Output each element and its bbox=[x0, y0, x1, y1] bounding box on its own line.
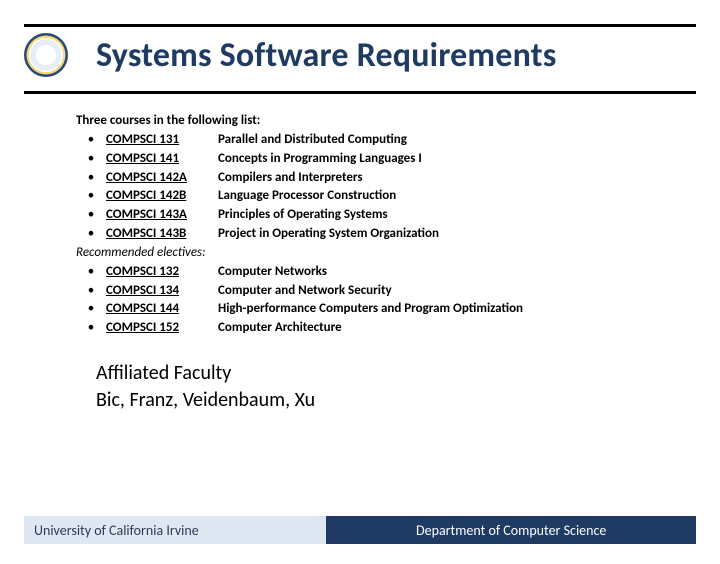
uc-seal-icon bbox=[24, 33, 68, 77]
course-name: Computer and Network Security bbox=[218, 282, 392, 301]
bullet: • bbox=[76, 263, 106, 282]
course-row: •COMPSCI 131Parallel and Distributed Com… bbox=[76, 131, 720, 150]
course-row: •COMPSCI 132Computer Networks bbox=[76, 263, 720, 282]
course-code: COMPSCI 144 bbox=[106, 300, 218, 319]
course-name: Compilers and Interpreters bbox=[218, 169, 363, 188]
slide-title: Systems Software Requirements bbox=[96, 35, 556, 76]
course-row: •COMPSCI 142BLanguage Processor Construc… bbox=[76, 187, 720, 206]
bullet: • bbox=[76, 169, 106, 188]
slide: Systems Software Requirements Three cour… bbox=[0, 24, 720, 564]
course-row: •COMPSCI 143APrinciples of Operating Sys… bbox=[76, 206, 720, 225]
course-row: •COMPSCI 141Concepts in Programming Lang… bbox=[76, 150, 720, 169]
faculty-block: Affiliated Faculty Bic, Franz, Veidenbau… bbox=[0, 338, 720, 414]
header: Systems Software Requirements bbox=[0, 27, 720, 83]
course-code: COMPSCI 141 bbox=[106, 150, 218, 169]
course-code: COMPSCI 152 bbox=[106, 319, 218, 338]
bullet: • bbox=[76, 150, 106, 169]
course-name: Computer Architecture bbox=[218, 319, 342, 338]
faculty-heading: Affiliated Faculty bbox=[96, 360, 720, 387]
course-code: COMPSCI 143B bbox=[106, 225, 218, 244]
course-code: COMPSCI 131 bbox=[106, 131, 218, 150]
course-name: Principles of Operating Systems bbox=[218, 206, 388, 225]
course-row: •COMPSCI 152Computer Architecture bbox=[76, 319, 720, 338]
intro-line: Three courses in the following list: bbox=[76, 112, 720, 131]
course-name: Project in Operating System Organization bbox=[218, 225, 439, 244]
course-code: COMPSCI 134 bbox=[106, 282, 218, 301]
course-name: Parallel and Distributed Computing bbox=[218, 131, 407, 150]
course-code: COMPSCI 142B bbox=[106, 187, 218, 206]
course-row: •COMPSCI 143BProject in Operating System… bbox=[76, 225, 720, 244]
course-name: High-performance Computers and Program O… bbox=[218, 300, 523, 319]
bullet: • bbox=[76, 225, 106, 244]
course-row: •COMPSCI 142ACompilers and Interpreters bbox=[76, 169, 720, 188]
bullet: • bbox=[76, 300, 106, 319]
bullet: • bbox=[76, 187, 106, 206]
faculty-list: Bic, Franz, Veidenbaum, Xu bbox=[96, 387, 720, 414]
body: Three courses in the following list: •CO… bbox=[0, 94, 720, 338]
course-row: •COMPSCI 144High-performance Computers a… bbox=[76, 300, 720, 319]
bullet: • bbox=[76, 131, 106, 150]
course-name: Concepts in Programming Languages I bbox=[218, 150, 422, 169]
course-name: Computer Networks bbox=[218, 263, 327, 282]
course-code: COMPSCI 132 bbox=[106, 263, 218, 282]
bullet: • bbox=[76, 282, 106, 301]
recommended-heading: Recommended electives: bbox=[76, 244, 720, 263]
course-code: COMPSCI 142A bbox=[106, 169, 218, 188]
course-code: COMPSCI 143A bbox=[106, 206, 218, 225]
bullet: • bbox=[76, 206, 106, 225]
course-name: Language Processor Construction bbox=[218, 187, 396, 206]
bullet: • bbox=[76, 319, 106, 338]
course-row: •COMPSCI 134Computer and Network Securit… bbox=[76, 282, 720, 301]
